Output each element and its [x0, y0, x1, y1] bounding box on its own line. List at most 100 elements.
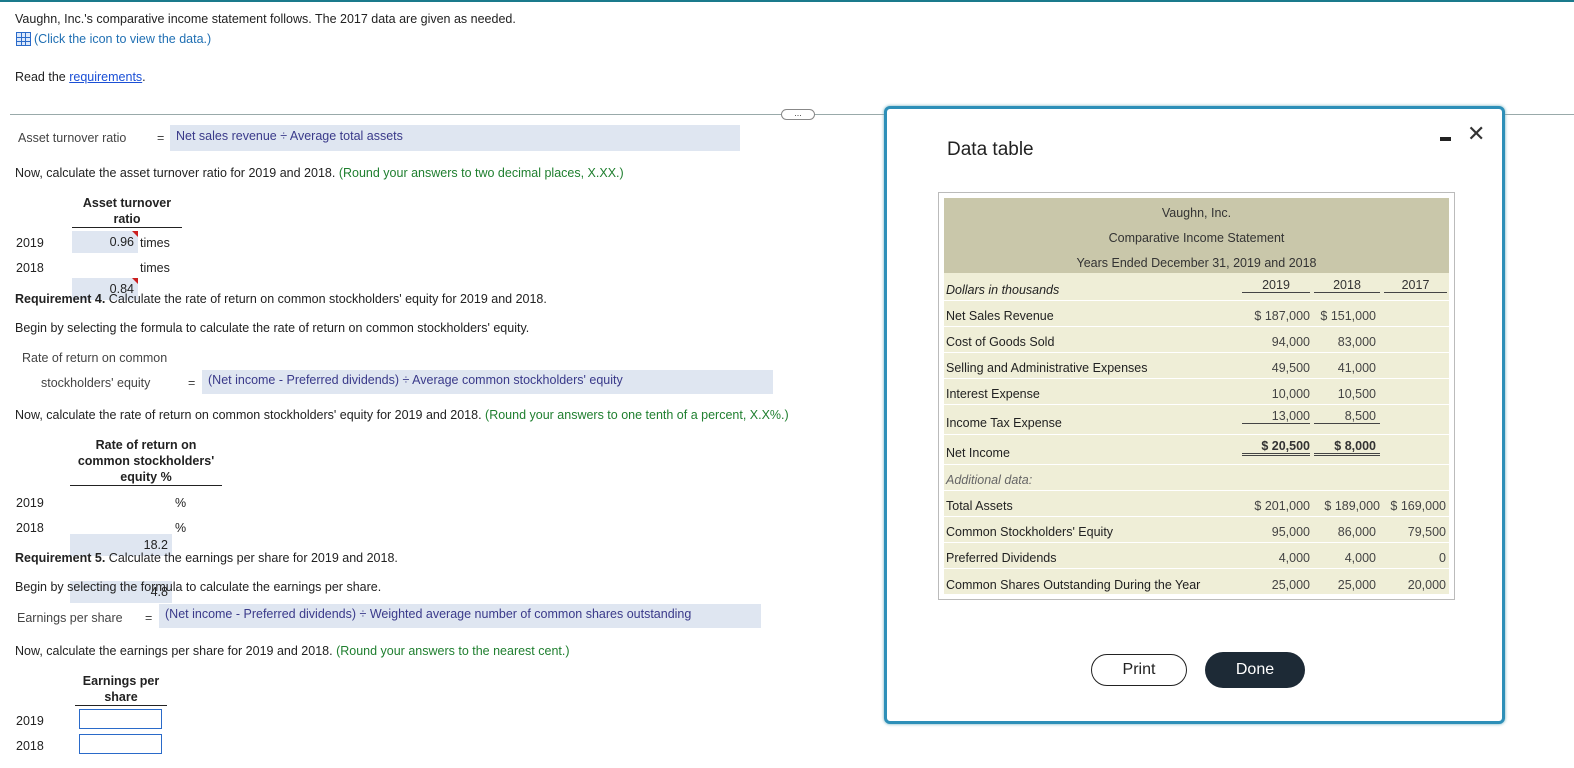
eps-label: Earnings per share: [17, 611, 123, 625]
eps-instruction: Now, calculate the earnings per share fo…: [15, 644, 570, 658]
eps-2019-input[interactable]: [79, 709, 162, 729]
instruction-text: Now, calculate the asset turnover ratio …: [15, 166, 336, 180]
error-flag-icon: [132, 231, 138, 237]
cell-2019: $ 20,500: [1242, 439, 1310, 456]
top-accent-line: [0, 0, 1574, 2]
roe-formula-select[interactable]: (Net income - Preferred dividends) ÷ Ave…: [202, 370, 773, 394]
eps-col-header: Earnings per share: [75, 673, 167, 706]
eps-2018-input[interactable]: [79, 734, 162, 754]
row-label: Net Sales Revenue: [946, 309, 1054, 323]
cell-2018: 83,000: [1337, 335, 1376, 349]
table-row: Cost of Goods Sold 94,000 83,000: [944, 327, 1449, 353]
intro-text: Vaughn, Inc.'s comparative income statem…: [15, 12, 516, 26]
data-icon-link[interactable]: (Click the icon to view the data.): [16, 32, 211, 46]
req5-select-text: Begin by selecting the formula to calcul…: [15, 580, 382, 594]
done-button[interactable]: Done: [1205, 652, 1305, 688]
asset-turnover-2019-input[interactable]: 0.96: [72, 231, 138, 253]
asset-turnover-instruction: Now, calculate the asset turnover ratio …: [15, 166, 624, 180]
asset-turnover-formula-row: Asset turnover ratio = Net sales revenue…: [12, 125, 740, 151]
minimize-icon[interactable]: [1440, 137, 1451, 141]
year-label: 2018: [16, 739, 44, 753]
header-line: Rate of return on: [95, 438, 197, 452]
instruction-text: Now, calculate the rate of return on com…: [15, 408, 482, 422]
year-header-2017: 2017: [1384, 278, 1447, 293]
answer-value: 18.2: [143, 538, 168, 552]
header-line: ratio: [113, 212, 141, 226]
round-note: (Round your answers to two decimal place…: [338, 166, 624, 180]
table-icon[interactable]: [16, 32, 31, 46]
equals-sign: =: [188, 376, 196, 390]
modal-title: Data table: [947, 139, 1034, 160]
more-button[interactable]: ...: [781, 109, 815, 120]
instruction-text: Now, calculate the earnings per share fo…: [15, 644, 333, 658]
cell-2019: 10,000: [1271, 387, 1310, 401]
row-label: Net Income: [946, 446, 1010, 460]
header-line: common stockholders': [77, 454, 215, 468]
cell-2017: 20,000: [1407, 578, 1446, 592]
read-requirements: Read the requirements.: [15, 70, 146, 84]
row-label: Income Tax Expense: [946, 416, 1062, 430]
statement-name: Comparative Income Statement: [1108, 231, 1285, 245]
asset-turnover-formula-select[interactable]: Net sales revenue ÷ Average total assets: [170, 125, 740, 151]
header-line: Earnings per: [82, 674, 160, 688]
click-icon-text[interactable]: (Click the icon to view the data.): [34, 32, 211, 46]
equals-sign: =: [145, 611, 153, 625]
print-button[interactable]: Print: [1091, 654, 1187, 686]
unit-label: times: [140, 261, 170, 275]
company-name: Vaughn, Inc.: [1161, 206, 1232, 220]
cell-2019: 94,000: [1271, 335, 1310, 349]
asset-turnover-col-header: Asset turnover ratio: [72, 195, 182, 228]
units-row: Dollars in thousands 2019 2018 2017: [944, 273, 1449, 301]
table-row: Income Tax Expense 13,000 8,500: [944, 405, 1449, 435]
read-suffix: .: [142, 70, 146, 84]
error-flag-icon: [132, 278, 138, 284]
requirement-text: Calculate the earnings per share for 201…: [105, 551, 398, 565]
cell-2019: 4,000: [1278, 551, 1310, 565]
req4-select-text: Begin by selecting the formula to calcul…: [15, 321, 530, 335]
table-row: Selling and Administrative Expenses 49,5…: [944, 353, 1449, 379]
roe-col-header: Rate of return on common stockholders' e…: [70, 437, 222, 486]
table-row: Common Stockholders' Equity 95,000 86,00…: [944, 517, 1449, 543]
row-label: Common Stockholders' Equity: [946, 525, 1114, 539]
cell-2019: 13,000: [1242, 409, 1310, 424]
table-row: Preferred Dividends 4,000 4,000 0: [944, 543, 1449, 569]
roe-label-line2: stockholders' equity: [41, 376, 151, 390]
table-row: Total Assets $ 201,000 $ 189,000 $ 169,0…: [944, 491, 1449, 517]
data-table-frame: Vaughn, Inc. Comparative Income Statemen…: [938, 192, 1455, 600]
header-line: equity %: [120, 470, 172, 484]
row-label: Selling and Administrative Expenses: [946, 361, 1148, 375]
year-header-2018: 2018: [1314, 278, 1380, 293]
year-label: 2018: [16, 521, 44, 535]
table-row: Net Sales Revenue $ 187,000 $ 151,000: [944, 301, 1449, 327]
close-icon[interactable]: ✕: [1467, 123, 1485, 145]
cell-2017: $ 169,000: [1390, 499, 1446, 513]
year-label: 2019: [16, 714, 44, 728]
cell-2018: 86,000: [1337, 525, 1376, 539]
year-header-2019: 2019: [1242, 278, 1310, 293]
year-label: 2019: [16, 496, 44, 510]
eps-formula-select[interactable]: (Net income - Preferred dividends) ÷ Wei…: [159, 604, 761, 628]
row-label: Cost of Goods Sold: [946, 335, 1055, 349]
data-table-modal: Data table ✕ Vaughn, Inc. Comparative In…: [884, 106, 1505, 724]
row-label: Additional data:: [946, 473, 1033, 487]
table-row: Interest Expense 10,000 10,500: [944, 379, 1449, 405]
cell-2018: 8,500: [1314, 409, 1380, 424]
cell-2017: 0: [1439, 551, 1446, 565]
unit-label: %: [175, 496, 187, 510]
row-label: Common Shares Outstanding During the Yea…: [946, 578, 1201, 592]
cell-2018: 10,500: [1337, 387, 1376, 401]
year-label: 2019: [16, 236, 44, 250]
cell-2019: 95,000: [1271, 525, 1310, 539]
requirements-link[interactable]: requirements: [69, 70, 142, 84]
header-line: share: [104, 690, 138, 704]
table-row: Additional data:: [944, 465, 1449, 491]
requirement-number: Requirement 4.: [15, 292, 106, 306]
table-row: Common Shares Outstanding During the Yea…: [944, 569, 1449, 595]
unit-label: times: [140, 236, 170, 250]
year-label: 2018: [16, 261, 44, 275]
row-label: Preferred Dividends: [946, 551, 1057, 565]
roe-label-line1: Rate of return on common: [22, 351, 168, 365]
units-label: Dollars in thousands: [946, 283, 1060, 297]
requirement-text: Calculate the rate of return on common s…: [105, 292, 547, 306]
row-label: Total Assets: [946, 499, 1013, 513]
